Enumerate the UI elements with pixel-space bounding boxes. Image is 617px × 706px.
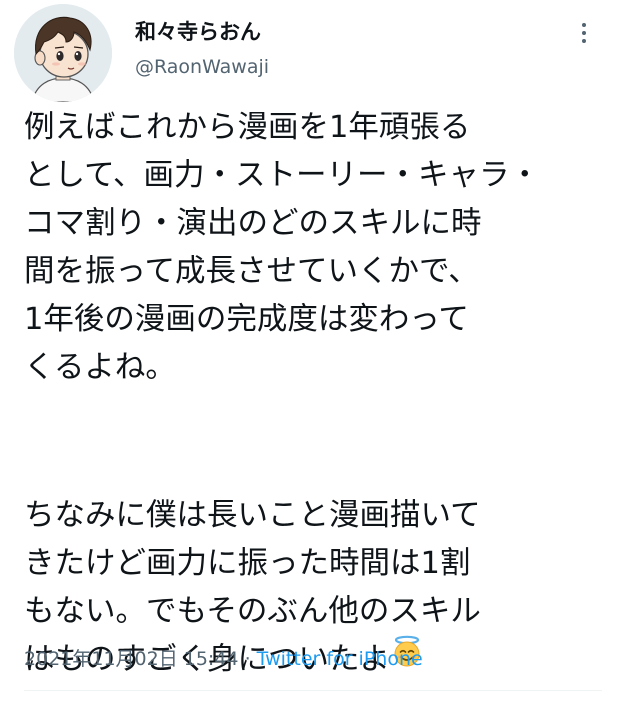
meta-separator: · [244, 648, 251, 670]
tweet-card: 和々寺らおん @RaonWawaji 例えばこれから漫画を1年頑張る として、画… [0, 0, 617, 706]
source-link[interactable]: Twitter for iPhone [257, 648, 423, 670]
tweet-meta: 2021年11月02日 15:44 · Twitter for iPhone [24, 644, 423, 671]
anime-boy-avatar-icon [14, 4, 112, 102]
display-name[interactable]: 和々寺らおん [135, 16, 261, 46]
avatar[interactable] [14, 4, 112, 102]
tweet-line: ちなみに僕は長いこと漫画描いて [24, 498, 481, 533]
tweet-line: きたけど画力に振った時間は1割 [24, 546, 471, 581]
tweet-line: もない。でもそのぶん他のスキル [24, 594, 481, 629]
tweet-line: 例えばこれから漫画を1年頑張る [24, 110, 471, 145]
tweet-line: 1年後の漫画の完成度は変わって [24, 302, 469, 337]
more-vertical-icon [582, 23, 586, 27]
divider [24, 690, 602, 691]
tweet-line: くるよね。 [24, 350, 176, 385]
tweet-line: コマ割り・演出のどのスキルに時 [24, 206, 482, 241]
tweet-text: 例えばこれから漫画を1年頑張る として、画力・ストーリー・キャラ・ コマ割り・演… [24, 104, 609, 684]
more-button[interactable] [572, 16, 596, 50]
timestamp[interactable]: 2021年11月02日 15:44 [24, 648, 239, 670]
user-handle[interactable]: @RaonWawaji [135, 56, 269, 78]
tweet-line: 間を振って成長させていくかで、 [24, 254, 479, 289]
tweet-line: として、画力・ストーリー・キャラ・ [24, 158, 541, 193]
